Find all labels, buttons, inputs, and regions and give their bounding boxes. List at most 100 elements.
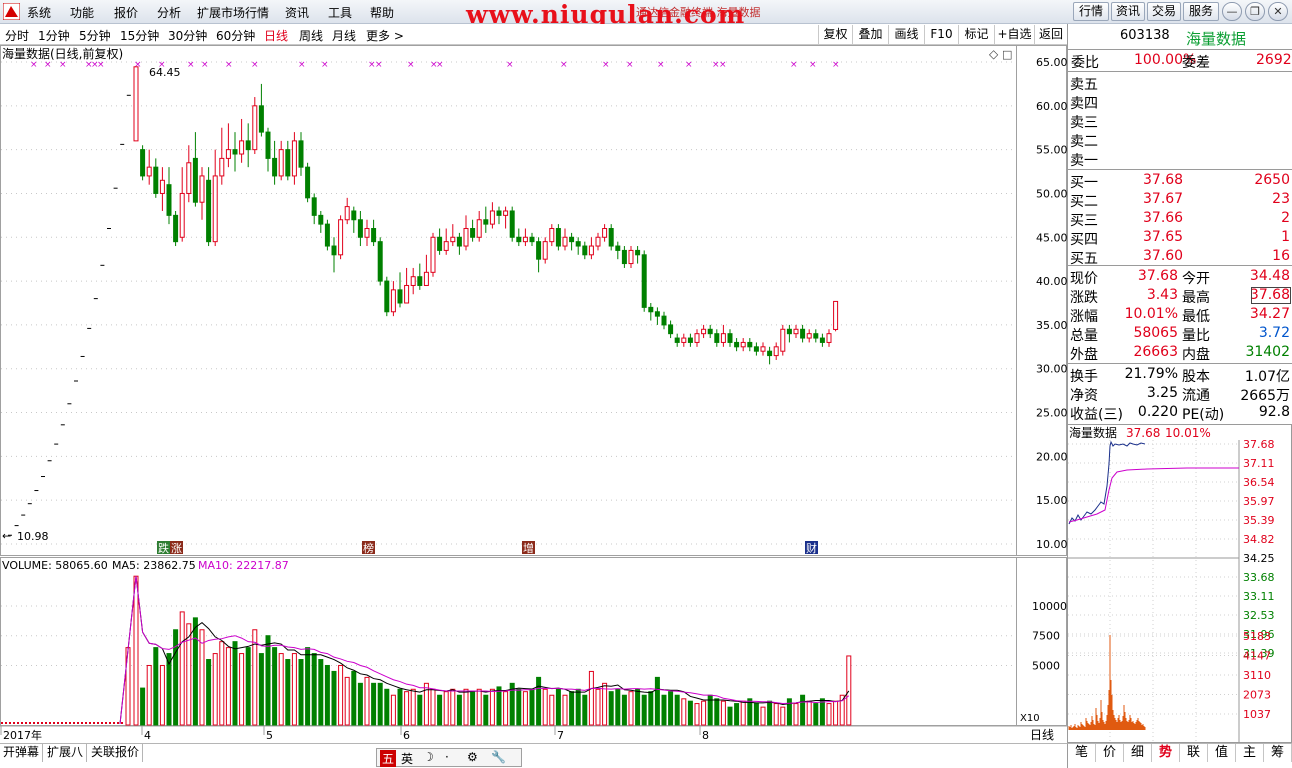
ime-moon-icon[interactable]: ☽ — [423, 750, 434, 764]
low-arrow-icon: ← — [2, 529, 11, 542]
volume-bar — [654, 676, 660, 726]
button-draw-line[interactable]: 画线 — [888, 25, 924, 44]
ime-settings-icon[interactable]: ⚙ — [467, 750, 478, 764]
candle-body — [225, 149, 231, 159]
candle-body — [734, 341, 740, 348]
candle-body — [390, 289, 396, 313]
button-adjust[interactable]: 复权 — [818, 25, 852, 44]
tab-extended-8[interactable]: 扩展八 — [44, 744, 88, 762]
volume-bar — [344, 676, 350, 726]
diamond-icon[interactable]: ◇ — [989, 47, 999, 61]
period-monthly[interactable]: 月线 — [332, 27, 356, 44]
volume-bar — [357, 682, 363, 726]
buy-label: 买二 — [1070, 194, 1098, 210]
menu-system[interactable]: 系统 — [27, 4, 51, 21]
volume-bar — [146, 664, 152, 726]
ime-dot-icon[interactable]: · — [445, 750, 449, 764]
price-pane-frame — [0, 45, 1017, 556]
volume-bar — [331, 670, 337, 726]
window-toggle-icon[interactable]: □ — [1002, 48, 1012, 61]
x-marker: × — [626, 60, 634, 70]
right-tab[interactable]: 价 — [1096, 744, 1124, 762]
right-tab[interactable]: 值 — [1208, 744, 1236, 762]
x-marker: × — [436, 60, 444, 70]
candle-body — [483, 219, 489, 225]
candle-body — [503, 210, 509, 216]
event-tags: 跌涨 榜 增 财 — [157, 541, 818, 555]
candle-body — [423, 271, 429, 286]
candle-body — [833, 300, 839, 330]
right-tab[interactable]: 主 — [1236, 744, 1264, 762]
menu-quotes[interactable]: 报价 — [114, 4, 138, 21]
candle-body — [496, 210, 502, 216]
buy-row[interactable]: 买三 37.66 2 — [1068, 209, 1292, 229]
buy-row[interactable]: 买五 37.60 16 — [1068, 247, 1292, 267]
menu-analysis[interactable]: 分析 — [157, 4, 181, 21]
menu-extended-market[interactable]: 扩展市场行情 — [197, 4, 269, 21]
top-button-news[interactable]: 资讯 — [1111, 2, 1145, 21]
event-tag-text[interactable]: 财 — [806, 541, 817, 555]
event-tag-text[interactable]: 涨 — [171, 542, 182, 555]
candle-body — [140, 149, 146, 177]
restore-icon[interactable]: ❐ — [1245, 2, 1265, 21]
tab-danmu[interactable]: 开弹幕 — [0, 744, 44, 762]
intraday-chart[interactable]: 海量数据 37.68 10.01% 37.68 37.11 36.54 35.97 35… — [1067, 424, 1292, 743]
kline-chart[interactable]: 65.00 60.00 55.00 50.00 45.00 40.00 35.00 30.00… — [0, 45, 1067, 743]
period-more[interactable]: 更多 > — [366, 27, 404, 44]
volume-bar — [186, 623, 192, 726]
menu-function[interactable]: 功能 — [70, 4, 94, 21]
period-60min[interactable]: 60分钟 — [216, 27, 255, 44]
period-weekly[interactable]: 周线 — [299, 27, 323, 44]
volume-bar — [740, 700, 746, 726]
candle-body — [404, 284, 410, 304]
stat-value: 58065 — [1133, 325, 1178, 341]
volume-bar — [206, 659, 212, 726]
volume-bar — [608, 691, 614, 726]
buy-row[interactable]: 买一 37.68 2650 — [1068, 171, 1292, 191]
ime-english-icon[interactable]: 英 — [401, 750, 413, 767]
candle-body — [430, 236, 436, 273]
right-tab[interactable]: 笔 — [1068, 744, 1096, 762]
candle-body — [470, 228, 476, 238]
period-15min[interactable]: 15分钟 — [120, 27, 159, 44]
event-tag-text[interactable]: 跌 — [158, 541, 169, 555]
x-marker: × — [657, 60, 665, 70]
menu-tools[interactable]: 工具 — [328, 4, 352, 21]
candle-body — [384, 280, 390, 313]
menu-news[interactable]: 资讯 — [285, 4, 309, 21]
top-button-quotes[interactable]: 行情 — [1073, 2, 1109, 21]
period-1min[interactable]: 1分钟 — [38, 27, 70, 44]
top-button-trade[interactable]: 交易 — [1147, 2, 1181, 21]
button-add-favorite[interactable]: +自选 — [994, 25, 1034, 44]
buy-row[interactable]: 买二 37.67 23 — [1068, 190, 1292, 210]
right-tab[interactable]: 细 — [1124, 744, 1152, 762]
menu-help[interactable]: 帮助 — [370, 4, 394, 21]
button-overlay[interactable]: 叠加 — [852, 25, 888, 44]
right-tab[interactable]: 联 — [1180, 744, 1208, 762]
event-tag-text[interactable]: 增 — [523, 541, 534, 555]
period-timeshare[interactable]: 分时 — [5, 27, 29, 44]
volume-bar — [549, 694, 555, 726]
right-tab[interactable]: 势 — [1152, 744, 1180, 762]
period-5min[interactable]: 5分钟 — [79, 27, 111, 44]
ime-wrench-icon[interactable]: 🔧 — [491, 750, 506, 764]
volume-bar — [687, 700, 693, 726]
minimize-icon[interactable]: — — [1222, 2, 1242, 21]
candle-body — [166, 184, 172, 216]
event-tag-text[interactable]: 榜 — [363, 541, 374, 555]
button-back[interactable]: 返回 — [1034, 25, 1067, 44]
volume-bar — [496, 686, 502, 726]
tab-related-quotes[interactable]: 关联报价 — [88, 744, 144, 762]
volume-bar — [285, 659, 291, 726]
right-tab[interactable]: 筹 — [1264, 744, 1292, 762]
close-icon[interactable]: ✕ — [1268, 2, 1288, 21]
button-mark[interactable]: 标记 — [958, 25, 994, 44]
period-30min[interactable]: 30分钟 — [168, 27, 207, 44]
period-daily[interactable]: 日线 — [264, 27, 288, 44]
top-button-service[interactable]: 服务 — [1183, 2, 1219, 21]
candle-body — [522, 236, 528, 243]
volume-bar — [450, 688, 456, 726]
ime-wubi-icon[interactable]: 五 — [380, 750, 397, 767]
button-f10[interactable]: F10 — [924, 25, 958, 44]
buy-row[interactable]: 买四 37.65 1 — [1068, 228, 1292, 248]
